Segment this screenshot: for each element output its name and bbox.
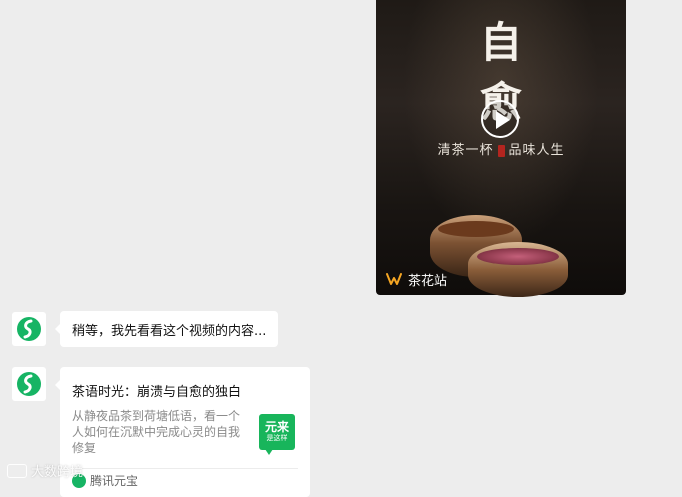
play-triangle: [496, 111, 510, 129]
channel-name: 茶花站: [408, 273, 448, 289]
bot-avatar[interactable]: [12, 312, 46, 346]
tea-surface: [477, 248, 559, 265]
tea-cup-image: [468, 242, 568, 297]
video-channel[interactable]: 茶花站: [386, 269, 447, 289]
watermark: 大数跨境: [7, 461, 83, 480]
link-card-title: 茶语时光：崩溃与自愈的独白: [72, 385, 242, 400]
video-title-line1: 自: [479, 18, 522, 67]
link-card-source-name: 腾讯元宝: [90, 474, 139, 488]
text-message-content: 稍等，我先看看这个视频的内容...: [72, 323, 267, 339]
video-slogan-right: 品味人生: [508, 143, 565, 158]
watermark-logo-icon: [7, 463, 27, 478]
thumbnail-tail: [265, 449, 273, 455]
video-slogan-left: 清茶一杯: [437, 143, 494, 158]
link-card-description: 从静夜品茶到荷塘低语，看一个人如何在沉默中完成心灵的自我修复: [72, 409, 241, 455]
link-card-message[interactable]: 茶语时光：崩溃与自愈的独白 从静夜品茶到荷塘低语，看一个人如何在沉默中完成心灵的…: [55, 367, 310, 497]
channel-logo-icon: [386, 273, 402, 285]
thumbnail-line1: 元来: [264, 420, 289, 434]
video-slogan: 清茶一杯 品味人生: [376, 139, 626, 158]
tea-surface: [438, 221, 514, 237]
seal-icon: [497, 144, 505, 157]
link-card-thumbnail: 元来 是这样: [259, 414, 295, 455]
play-icon[interactable]: [481, 100, 519, 138]
yuanbao-logo-icon: [17, 317, 41, 341]
yuanbao-logo-icon: [17, 372, 41, 396]
bot-avatar[interactable]: [12, 367, 46, 401]
link-card-divider: [72, 468, 298, 469]
watermark-text: 大数跨境: [31, 465, 84, 480]
thumbnail-line2: 是这样: [266, 434, 288, 442]
text-message-bubble[interactable]: 稍等，我先看看这个视频的内容...: [54, 311, 279, 347]
